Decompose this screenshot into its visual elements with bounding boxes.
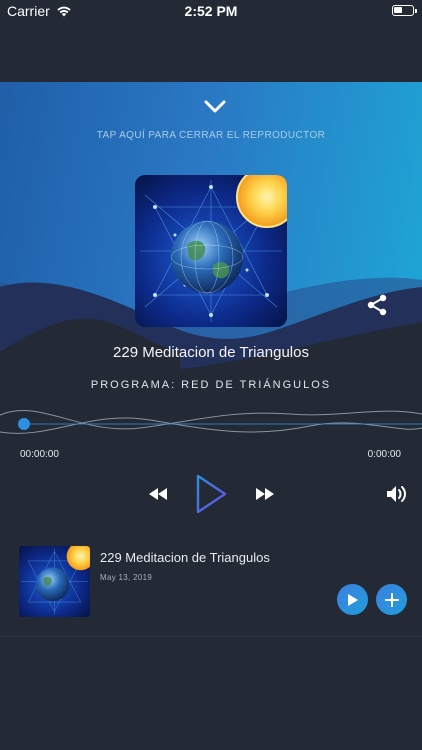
play-icon <box>196 474 227 514</box>
playback-progress-slider[interactable] <box>0 400 422 444</box>
play-button[interactable] <box>191 472 231 516</box>
cover-art <box>135 175 287 327</box>
plus-icon <box>384 592 399 607</box>
close-player-hint[interactable]: TAP AQUÍ PARA CERRAR EL REPRODUCTOR <box>0 130 422 141</box>
status-bar: Carrier 2:52 PM <box>0 0 422 22</box>
episode-date: May 13, 2019 <box>100 573 153 582</box>
chevron-down-icon <box>204 100 226 113</box>
rewind-button[interactable] <box>146 485 170 503</box>
clock: 2:52 PM <box>184 3 238 19</box>
episode-title: 229 Meditacion de Triangulos <box>100 550 270 565</box>
total-duration: 0:00:00 <box>367 449 401 460</box>
list-item[interactable]: 229 Meditacion de Triangulos May 13, 201… <box>0 536 422 637</box>
fast-forward-icon <box>256 488 274 500</box>
share-button[interactable] <box>364 292 390 318</box>
add-to-playlist-button[interactable] <box>376 584 407 615</box>
play-icon <box>347 593 358 606</box>
elapsed-time: 00:00:00 <box>20 449 59 460</box>
program-name: PROGRAMA: RED DE TRIÁNGULOS <box>90 379 332 391</box>
share-icon <box>367 294 387 316</box>
fast-forward-button[interactable] <box>253 485 277 503</box>
battery-icon <box>392 5 414 16</box>
rewind-icon <box>149 488 167 500</box>
collapse-player-button[interactable] <box>200 95 230 119</box>
episode-play-button[interactable] <box>337 584 368 615</box>
volume-icon <box>387 486 406 502</box>
volume-button[interactable] <box>385 483 409 505</box>
progress-thumb[interactable] <box>18 418 30 430</box>
episode-thumbnail <box>19 546 90 617</box>
track-title: 229 Meditacion de Triangulos <box>113 344 309 361</box>
